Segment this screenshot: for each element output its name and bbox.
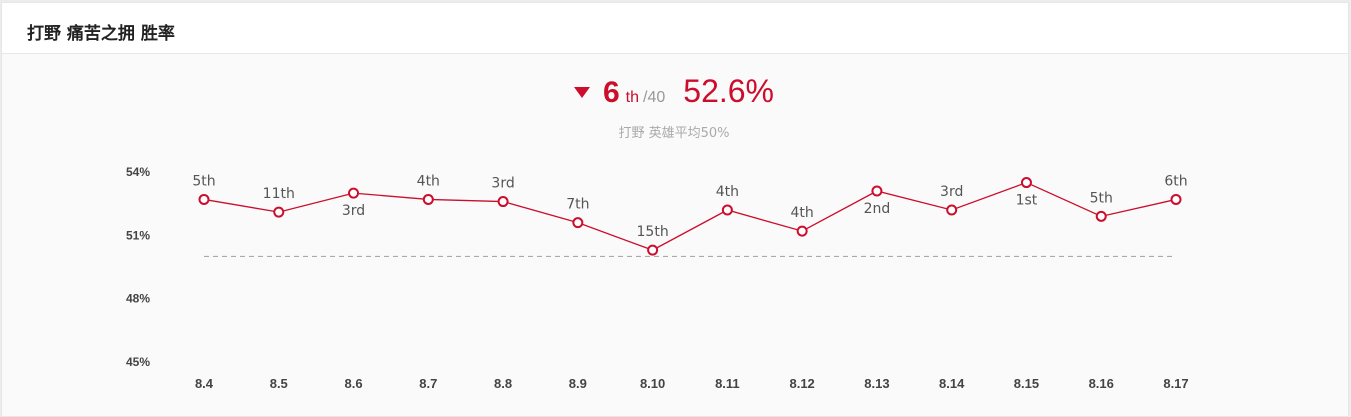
data-point [348,187,360,199]
rank-data-label: 7th [566,197,589,213]
x-tick-label: 8.4 [195,376,214,391]
x-tick-label: 8.17 [1163,376,1188,391]
x-tick-label: 8.10 [640,376,665,391]
rank-data-label: 5th [192,173,215,189]
data-point [273,206,285,218]
rank-data-label: 6th [1164,173,1187,189]
rank-data-label: 2nd [864,201,891,217]
data-point [422,193,434,205]
rank-data-label: 3rd [940,184,963,200]
data-point [796,225,808,237]
data-point [721,204,733,216]
y-tick-label: 45% [126,355,150,369]
data-point [647,244,659,256]
x-tick-label: 8.8 [494,376,512,391]
data-point [1170,193,1182,205]
rank-data-label: 3rd [491,176,514,192]
data-point [1020,177,1032,189]
data-point [572,217,584,229]
rank-data-label: 11th [263,186,295,202]
data-point [946,204,958,216]
rank-data-label: 4th [716,184,739,200]
data-point [497,196,509,208]
x-tick-label: 8.6 [344,376,362,391]
x-tick-label: 8.13 [864,376,889,391]
x-tick-label: 8.5 [270,376,288,391]
x-tick-label: 8.15 [1014,376,1039,391]
x-tick-label: 8.11 [715,376,740,391]
rank-data-label: 4th [791,205,814,221]
x-tick-label: 8.14 [939,376,965,391]
y-tick-label: 51% [126,228,150,242]
data-point [871,185,883,197]
rank-data-label: 15th [637,224,669,240]
x-tick-label: 8.12 [789,376,814,391]
y-tick-label: 54% [126,165,150,179]
win-rate-line-chart: 54% 51% 48% 45% 8.4 8.5 8.6 8.7 8.8 8.9 8.10 8.11 8.… [126,165,1189,391]
data-point [1095,210,1107,222]
x-tick-label: 8.16 [1089,376,1114,391]
y-tick-label: 48% [126,292,150,306]
rank-data-label: 5th [1090,190,1113,206]
x-tick-label: 8.9 [569,376,587,391]
rank-data-label: 4th [417,173,440,189]
rank-data-label: 1st [1016,193,1038,209]
data-point [198,193,210,205]
x-tick-label: 8.7 [419,376,437,391]
rank-data-label: 3rd [342,203,365,219]
